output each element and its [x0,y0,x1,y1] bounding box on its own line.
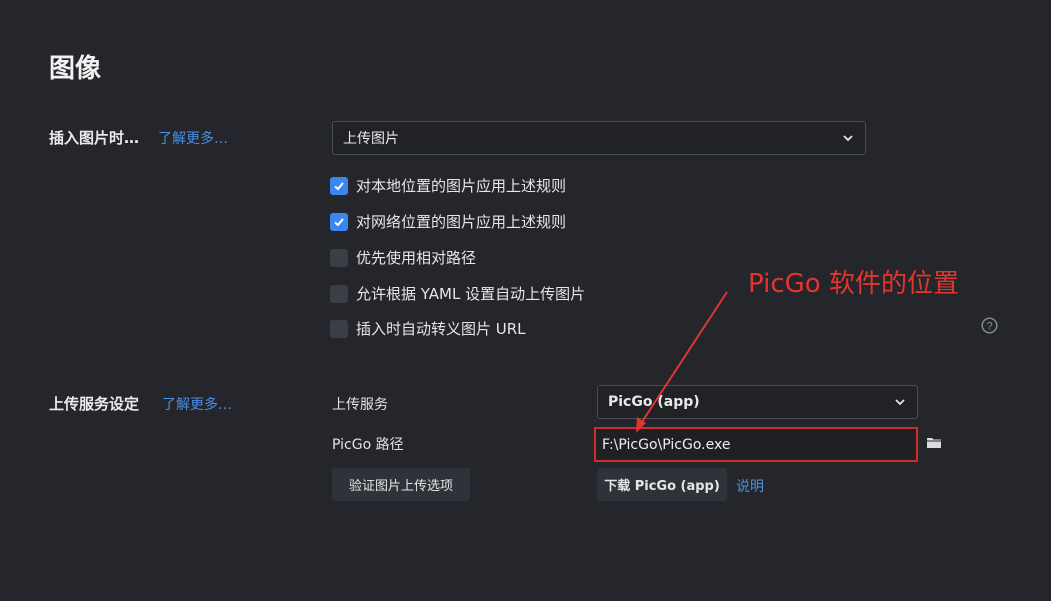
annotation-arrow [636,291,728,433]
